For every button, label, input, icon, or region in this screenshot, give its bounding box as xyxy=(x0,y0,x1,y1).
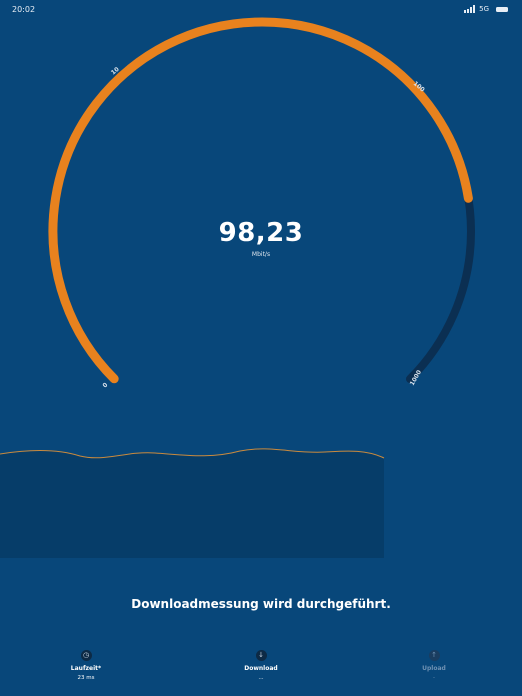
step-download[interactable]: ↓ Download ... xyxy=(221,650,301,681)
step-upload-value: - xyxy=(433,675,435,681)
step-latency-value: 23 ms xyxy=(77,675,95,681)
tick-label-1000: 1000 xyxy=(409,369,423,387)
download-wave-graph xyxy=(0,448,385,558)
tick-label-0: 0 xyxy=(101,382,109,390)
step-upload[interactable]: ↑ Upload - xyxy=(394,650,474,681)
step-download-label: Download xyxy=(244,665,278,672)
download-icon: ↓ xyxy=(255,650,267,661)
measurement-status-message: Downloadmessung wird durchgeführt. xyxy=(131,597,391,611)
step-upload-label: Upload xyxy=(422,665,446,672)
step-latency-label: Laufzeit* xyxy=(70,665,102,672)
clock-icon: ◷ xyxy=(80,650,92,661)
upload-icon: ↑ xyxy=(428,650,440,661)
speed-unit: Mbit/s xyxy=(251,251,271,258)
step-download-value: ... xyxy=(258,675,264,681)
measurement-steps: ◷ Laufzeit* 23 ms ↓ Download ... ↑ Uploa… xyxy=(0,650,522,696)
speed-value: 98,23 xyxy=(218,218,304,248)
wave-fill xyxy=(0,448,384,558)
step-latency[interactable]: ◷ Laufzeit* 23 ms xyxy=(46,650,126,681)
